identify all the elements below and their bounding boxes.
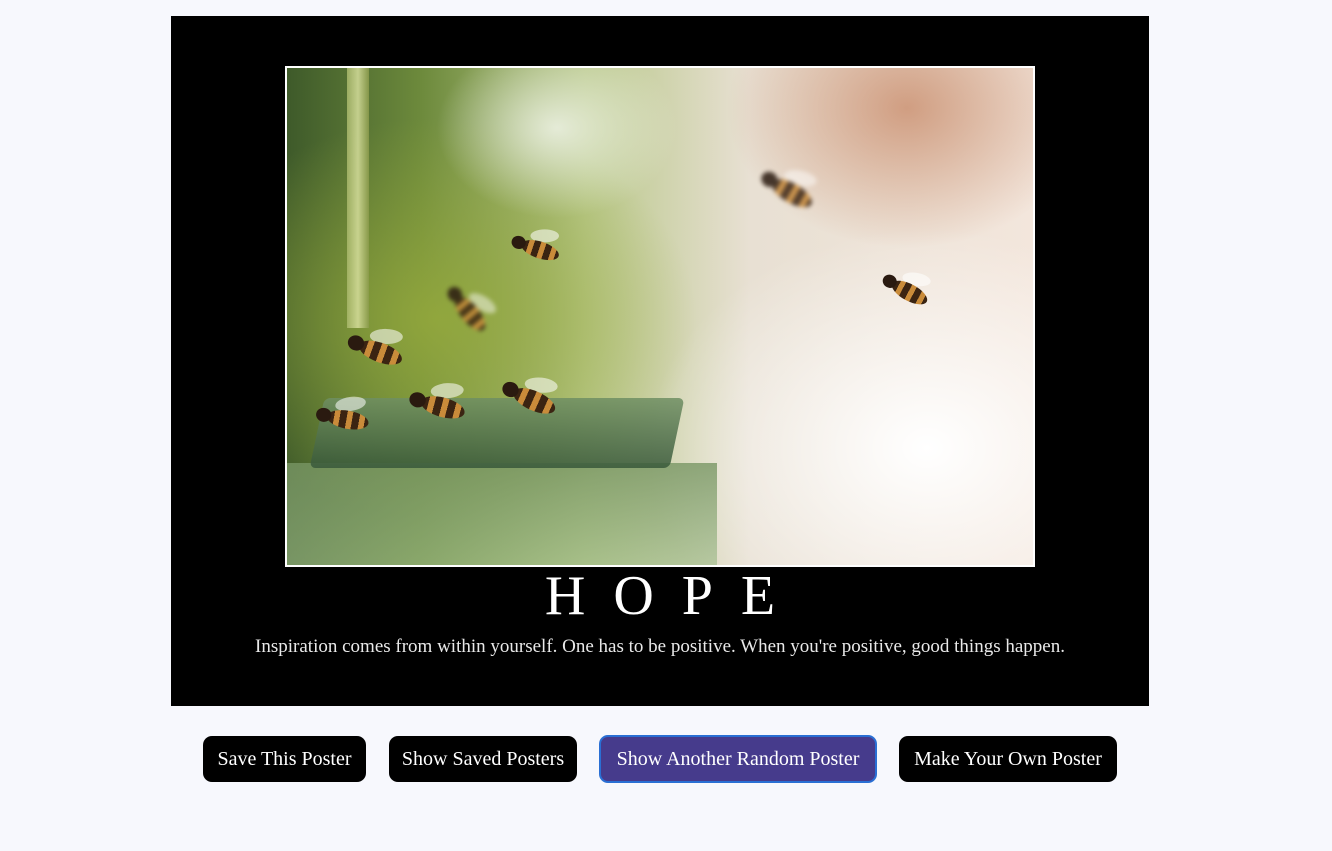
hive-ledge-base (287, 463, 717, 565)
bee-image-flying (505, 225, 568, 270)
make-own-poster-button[interactable]: Make Your Own Poster (899, 736, 1117, 782)
bee-image-flying-right (875, 263, 939, 315)
bee-image-on-ledge (340, 322, 413, 376)
poster-quote: Inspiration comes from within yourself. … (255, 636, 1065, 657)
poster-image (285, 66, 1035, 567)
poster: HOPE Inspiration comes from within yours… (171, 16, 1149, 706)
poster-title: HOPE (544, 565, 804, 627)
show-saved-posters-button[interactable]: Show Saved Posters (389, 736, 577, 782)
save-poster-button[interactable]: Save This Poster (203, 736, 366, 782)
bee-image-on-wall (437, 276, 500, 343)
bee-image-blurred (752, 158, 826, 220)
show-random-poster-button[interactable]: Show Another Random Poster (599, 735, 877, 783)
hive-wall (347, 68, 369, 328)
